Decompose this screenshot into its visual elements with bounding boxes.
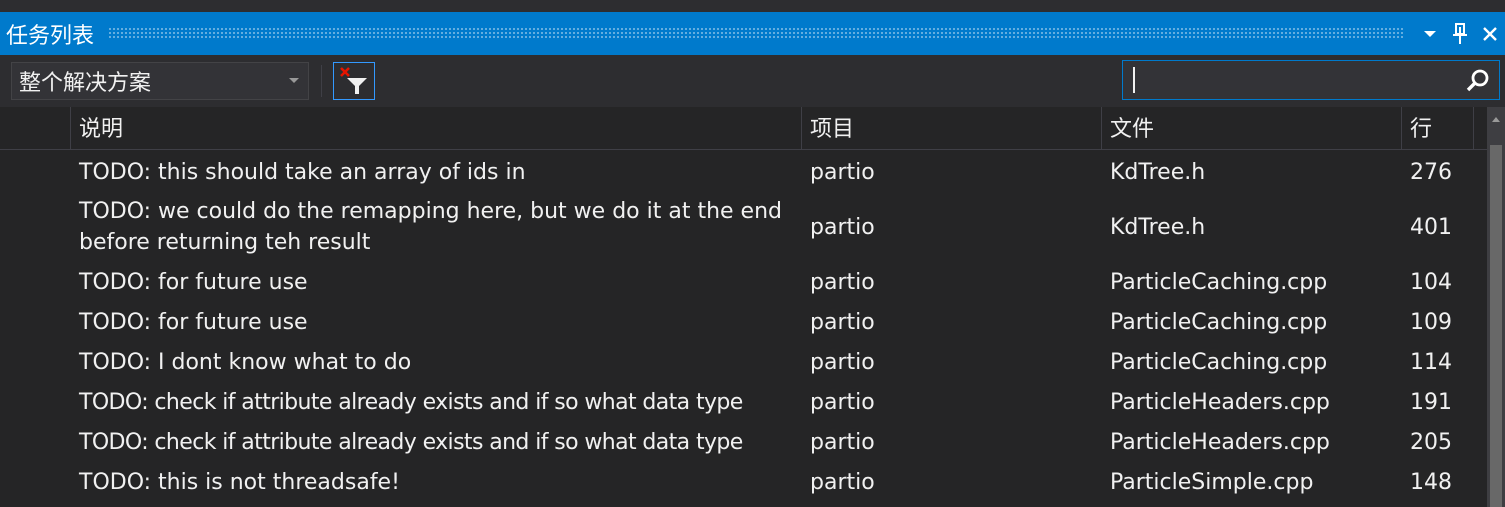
column-header-description[interactable]: 说明 — [71, 107, 802, 149]
close-button[interactable] — [1475, 19, 1505, 49]
table-row[interactable]: TODO: this is not threadsafe! partio Par… — [0, 462, 1487, 502]
description-cell: TODO: this is not threadsafe! — [79, 469, 400, 495]
table-row[interactable]: TODO: check if attribute already exists … — [0, 382, 1487, 422]
search-input[interactable] — [1131, 65, 1455, 97]
scope-dropdown[interactable]: 整个解决方案 — [11, 62, 309, 100]
column-header-project[interactable]: 项目 — [802, 107, 1102, 149]
file-cell: KdTree.h — [1110, 159, 1206, 185]
line-cell: 191 — [1410, 389, 1452, 415]
file-cell: ParticleCaching.cpp — [1110, 269, 1328, 295]
column-header-icon[interactable] — [0, 107, 71, 149]
project-cell: partio — [810, 309, 875, 335]
table-row[interactable]: TODO: for future use partio ParticleCach… — [0, 262, 1487, 302]
description-cell: TODO: we could do the remapping here, bu… — [79, 199, 782, 255]
line-cell: 401 — [1410, 214, 1452, 240]
scrollbar-thumb[interactable] — [1490, 145, 1502, 507]
toolbar-separator — [321, 65, 322, 97]
line-cell: 148 — [1410, 469, 1452, 495]
dropdown-arrow-icon — [280, 77, 308, 85]
table-row[interactable]: TODO: check if attribute already exists … — [0, 422, 1487, 462]
toolbar: 整个解决方案 — [0, 55, 1505, 107]
file-cell: ParticleHeaders.cpp — [1110, 389, 1330, 415]
project-cell: partio — [810, 214, 875, 240]
task-grid: 说明 项目 文件 行 TODO: this should take an arr… — [0, 107, 1505, 507]
window-title: 任务列表 — [6, 23, 95, 49]
project-cell: partio — [810, 389, 875, 415]
column-header-row: 说明 项目 文件 行 — [0, 107, 1487, 150]
search-icon[interactable] — [1465, 68, 1491, 94]
window-options-button[interactable] — [1415, 19, 1445, 49]
description-cell: TODO: check if attribute already exists … — [79, 389, 743, 415]
pin-icon — [1453, 22, 1467, 44]
line-cell: 205 — [1410, 429, 1452, 455]
description-cell: TODO: for future use — [79, 269, 308, 295]
file-cell: ParticleHeaders.cpp — [1110, 429, 1330, 455]
drag-grip[interactable] — [108, 27, 1403, 40]
project-cell: partio — [810, 469, 875, 495]
column-header-file[interactable]: 文件 — [1102, 107, 1402, 149]
top-strip — [0, 0, 1505, 12]
description-cell: TODO: I dont know what to do — [79, 349, 412, 375]
file-cell: ParticleCaching.cpp — [1110, 309, 1328, 335]
project-cell: partio — [810, 269, 875, 295]
project-cell: partio — [810, 429, 875, 455]
clear-filter-icon — [340, 67, 367, 94]
text-caret — [1133, 67, 1135, 93]
description-cell: TODO: this should take an array of ids i… — [79, 159, 526, 185]
line-cell: 104 — [1410, 269, 1452, 295]
description-cell: TODO: for future use — [79, 309, 308, 335]
file-cell: ParticleSimple.cpp — [1110, 469, 1314, 495]
line-cell: 109 — [1410, 309, 1452, 335]
line-cell: 276 — [1410, 159, 1452, 185]
file-cell: ParticleCaching.cpp — [1110, 349, 1328, 375]
project-cell: partio — [810, 349, 875, 375]
table-row[interactable]: TODO: this should take an array of ids i… — [0, 152, 1487, 192]
scroll-up-arrow-icon[interactable] — [1491, 115, 1501, 123]
search-box[interactable] — [1122, 60, 1500, 100]
table-row[interactable]: TODO: we could do the remapping here, bu… — [0, 192, 1487, 262]
pin-button[interactable] — [1445, 19, 1475, 49]
vertical-scrollbar[interactable] — [1487, 107, 1505, 507]
column-header-line[interactable]: 行 — [1402, 107, 1474, 149]
file-cell: KdTree.h — [1110, 214, 1206, 240]
task-list-title-bar[interactable]: 任务列表 — [0, 12, 1505, 55]
project-cell: partio — [810, 159, 875, 185]
table-row[interactable]: TODO: for future use partio ParticleCach… — [0, 302, 1487, 342]
chevron-down-icon — [1424, 30, 1436, 37]
close-icon — [1483, 26, 1497, 41]
scope-value: 整个解决方案 — [19, 71, 152, 96]
clear-filter-button[interactable] — [333, 62, 375, 100]
description-cell: TODO: check if attribute already exists … — [79, 429, 743, 455]
line-cell: 114 — [1410, 349, 1452, 375]
table-row[interactable]: TODO: I dont know what to do partio Part… — [0, 342, 1487, 382]
